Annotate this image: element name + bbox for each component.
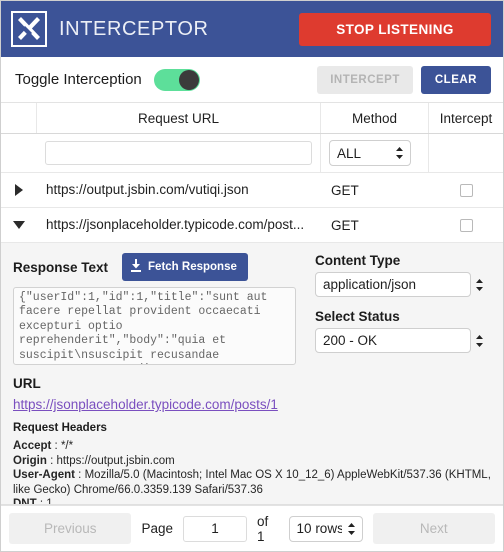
response-text-area[interactable]: {"userId":1,"id":1,"title":"sunt aut fac… (13, 287, 296, 365)
response-header: Response Text Fetch Response (13, 253, 305, 281)
expand-row-toggle[interactable] (1, 184, 37, 196)
toggle-interception-label: Toggle Interception (15, 71, 142, 88)
rows-per-page-wrap: 10 rows (288, 515, 363, 542)
row-method: GET (331, 182, 359, 198)
filter-url-input[interactable] (45, 141, 312, 165)
content-type-select[interactable]: application/json (315, 272, 471, 297)
request-url-link[interactable]: https://jsonplaceholder.typicode.com/pos… (13, 397, 278, 412)
next-page-button[interactable]: Next (372, 513, 495, 544)
interception-toolbar: Toggle Interception INTERCEPT CLEAR (1, 57, 503, 103)
header-key: DNT (13, 498, 37, 505)
filter-caret-spacer (1, 134, 37, 172)
stop-listening-button[interactable]: STOP LISTENING (299, 12, 491, 46)
requests-table: Request URL Method Intercept ALL https:/… (1, 103, 503, 505)
fetch-response-button[interactable]: Fetch Response (122, 253, 248, 281)
filter-method-select[interactable]: ALL (329, 140, 411, 166)
row-intercept-checkbox[interactable] (459, 218, 473, 232)
header-expand-column (1, 103, 37, 133)
row-intercept-cell (429, 173, 503, 207)
row-intercept-checkbox[interactable] (459, 183, 473, 197)
header-row-origin: Origin : https://output.jsbin.com (13, 454, 175, 467)
header-method: Method (321, 103, 429, 133)
interceptor-window: INTERCEPTOR STOP LISTENING Toggle Interc… (0, 0, 504, 552)
request-detail-panel: Response Text Fetch Response {"userId":1… (1, 243, 503, 505)
row-intercept-cell (429, 208, 503, 242)
total-pages-label: of 1 (256, 513, 269, 544)
updown-arrows-icon (475, 334, 484, 348)
intercept-button[interactable]: INTERCEPT (317, 65, 413, 94)
toggle-knob (178, 69, 199, 90)
triangle-down-icon (13, 221, 25, 229)
table-row[interactable]: https://jsonplaceholder.typicode.com/pos… (1, 208, 503, 243)
header-request-url: Request URL (37, 103, 321, 133)
url-label: URL (13, 376, 41, 391)
status-select[interactable]: 200 - OK (315, 328, 471, 353)
detail-top-section: Response Text Fetch Response {"userId":1… (13, 253, 491, 370)
response-options-section: Content Type application/json Select Sta… (305, 253, 491, 365)
header-key: User-Agent (13, 469, 75, 481)
header-row-user-agent: User-Agent : Mozilla/5.0 (Macintosh; Int… (13, 469, 491, 496)
row-request-url: https://output.jsbin.com/vutiqi.json (46, 182, 249, 197)
header-value: Mozilla/5.0 (Macintosh; Intel Mac OS X 1… (13, 469, 491, 496)
response-section: Response Text Fetch Response {"userId":1… (13, 253, 305, 370)
filter-url-cell (37, 134, 321, 172)
header-row-dnt: DNT : 1 (13, 497, 491, 505)
response-text-label: Response Text (13, 259, 109, 275)
collapse-row-toggle[interactable] (1, 220, 37, 230)
table-row[interactable]: https://output.jsbin.com/vutiqi.json GET (1, 173, 503, 208)
page-number-input[interactable] (182, 515, 247, 542)
select-status-label: Select Status (315, 309, 400, 324)
triangle-right-icon (15, 184, 23, 196)
page-label: Page (141, 521, 173, 536)
fetch-response-label: Fetch Response (148, 261, 237, 273)
previous-page-button[interactable]: Previous (9, 513, 132, 544)
x-arrows-logo-icon (11, 11, 47, 47)
pagination-bar: Previous Page of 1 10 rows Next (1, 505, 503, 551)
header-intercept: Intercept (439, 110, 493, 126)
header-value: */* (60, 440, 74, 452)
header-value: https://output.jsbin.com (56, 454, 175, 467)
app-header: INTERCEPTOR STOP LISTENING (1, 1, 503, 57)
updown-arrows-icon (475, 278, 484, 292)
page-title: INTERCEPTOR (59, 17, 209, 40)
content-type-label: Content Type (315, 253, 401, 268)
header-key: Origin (13, 454, 47, 467)
rows-per-page-select[interactable]: 10 rows (288, 515, 363, 542)
header-row-accept: Accept : */* (13, 440, 74, 452)
row-method: GET (331, 217, 359, 233)
header-value: 1 (46, 498, 53, 505)
filter-method-select-wrap: ALL (329, 140, 411, 166)
clear-button[interactable]: CLEAR (420, 65, 491, 94)
download-icon (130, 259, 142, 275)
status-select-wrap: 200 - OK (315, 328, 491, 353)
filter-intercept-cell (429, 134, 503, 172)
header-key: Accept (13, 440, 52, 452)
content-type-select-wrap: application/json (315, 272, 491, 297)
table-header-row: Request URL Method Intercept (1, 103, 503, 134)
request-headers-label: Request Headers (13, 422, 107, 434)
table-filter-row: ALL (1, 134, 503, 173)
filter-method-cell: ALL (321, 134, 429, 172)
row-request-url: https://jsonplaceholder.typicode.com/pos… (46, 217, 305, 232)
toggle-interception-switch[interactable] (153, 68, 200, 91)
